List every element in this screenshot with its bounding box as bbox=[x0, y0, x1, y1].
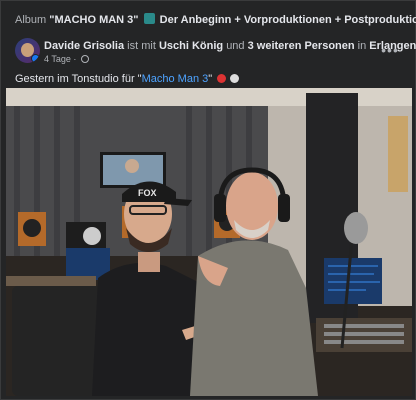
desk-left bbox=[6, 276, 96, 286]
verified-badge-icon bbox=[31, 54, 40, 63]
post-meta: 4 Tage · bbox=[44, 54, 89, 64]
author-avatar[interactable] bbox=[15, 38, 40, 63]
connector-text-2: und bbox=[226, 40, 245, 52]
mountain-emoji-icon bbox=[143, 13, 155, 24]
post-author-line: Davide Grisolia ist mit Uschi König und … bbox=[44, 40, 416, 52]
album-header[interactable]: Album "MACHO MAN 3" Der Anbeginn + Vorpr… bbox=[15, 13, 416, 26]
cap-logo-text: FOX bbox=[138, 188, 157, 198]
acoustic-panel bbox=[388, 116, 408, 192]
caption-close: " bbox=[208, 73, 213, 85]
globe-icon bbox=[80, 55, 89, 63]
studio-photo-illustration: FOX bbox=[6, 88, 412, 396]
studio-chair bbox=[12, 286, 102, 396]
caption-hashtag-link[interactable]: Macho Man 3 bbox=[142, 73, 209, 85]
meta-dot: · bbox=[73, 54, 77, 64]
others-link[interactable]: 3 weiteren Personen bbox=[248, 40, 355, 52]
album-prefix: Album bbox=[15, 14, 47, 26]
monitor-right bbox=[324, 258, 382, 304]
boxing-glove-emoji-icon bbox=[217, 74, 227, 83]
post-card: Album "MACHO MAN 3" Der Anbeginn + Vorpr… bbox=[0, 0, 416, 400]
caption-text: Gestern im Tonstudio für " bbox=[15, 73, 142, 85]
tagged-person[interactable]: Uschi König bbox=[159, 40, 223, 52]
mixer-knobs bbox=[324, 324, 404, 344]
author-name[interactable]: Davide Grisolia bbox=[44, 40, 124, 52]
album-title-rest[interactable]: Der Anbeginn + Vorproduktionen + Postpro… bbox=[160, 14, 416, 26]
connector-text-3: in bbox=[357, 40, 367, 52]
microphone bbox=[344, 212, 368, 244]
album-title[interactable]: "MACHO MAN 3" bbox=[49, 14, 138, 26]
connector-text: ist mit bbox=[127, 40, 156, 52]
more-options-icon: ••• bbox=[381, 42, 399, 58]
post-photo[interactable]: FOX bbox=[6, 88, 412, 396]
tv-face bbox=[125, 159, 139, 173]
post-timestamp[interactable]: 4 Tage bbox=[44, 54, 71, 64]
helmet-emoji-icon bbox=[230, 74, 240, 83]
more-options-button[interactable]: ••• bbox=[379, 39, 401, 61]
post-caption: Gestern im Tonstudio für "Macho Man 3" bbox=[15, 73, 240, 85]
